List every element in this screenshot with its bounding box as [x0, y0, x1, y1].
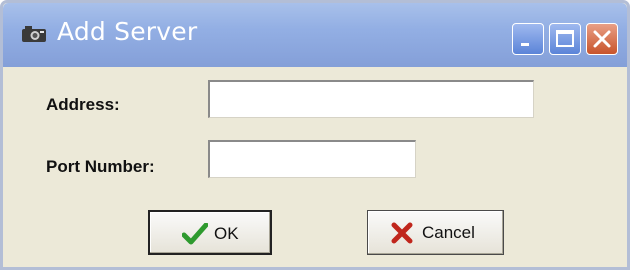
- title-bar[interactable]: Add Server: [3, 3, 627, 67]
- ok-label: OK: [214, 224, 239, 243]
- checkmark-icon: [181, 222, 209, 250]
- minimize-button[interactable]: [512, 23, 544, 55]
- maximize-button[interactable]: [549, 23, 581, 55]
- port-number-field[interactable]: [208, 140, 416, 178]
- close-button[interactable]: [586, 23, 618, 55]
- address-field[interactable]: [208, 80, 534, 118]
- cancel-label: Cancel: [422, 223, 475, 242]
- address-label: Address:: [46, 95, 120, 114]
- add-server-dialog: Add Server Address: Port Number: OK Canc…: [0, 0, 630, 270]
- port-number-label: Port Number:: [46, 157, 155, 176]
- camera-icon: [21, 25, 47, 43]
- ok-button[interactable]: OK: [148, 210, 272, 255]
- x-icon: [391, 222, 413, 249]
- cancel-button[interactable]: Cancel: [367, 210, 504, 255]
- window-title: Add Server: [57, 17, 198, 46]
